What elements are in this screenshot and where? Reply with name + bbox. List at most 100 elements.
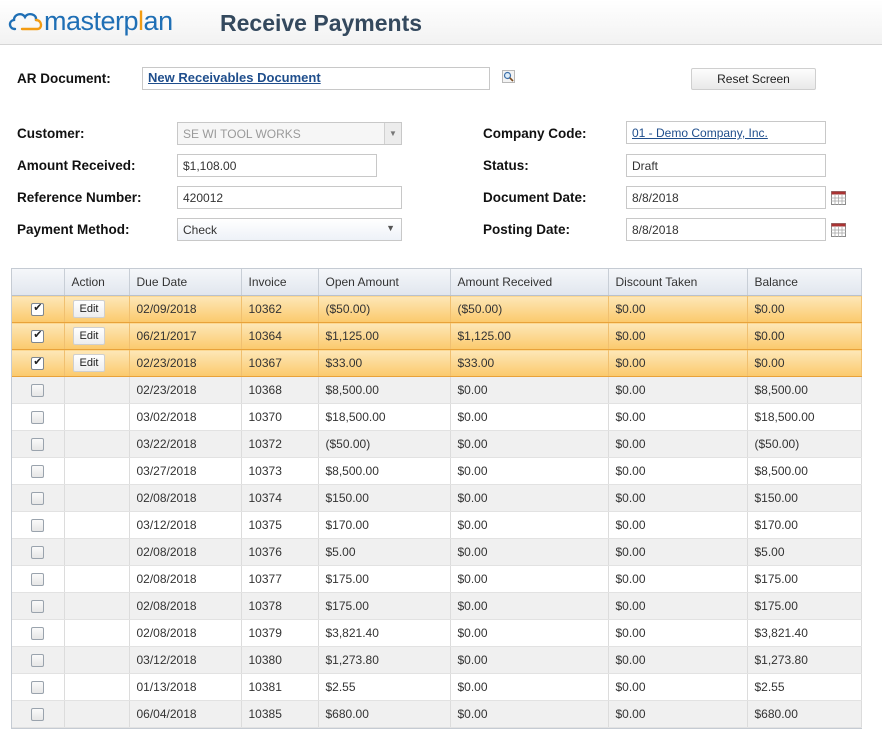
row-checkbox[interactable]: [31, 573, 45, 587]
posting-date-label: Posting Date:: [483, 222, 571, 237]
due-date-cell: 06/21/2017: [129, 322, 242, 350]
due-date-cell: 01/13/2018: [129, 673, 242, 701]
row-select-cell: [12, 484, 65, 512]
table-row[interactable]: Edit06/21/201710364$1,125.00$1,125.00$0.…: [12, 322, 862, 350]
invoice-cell: 10374: [241, 484, 319, 512]
due-date-cell: 02/09/2018: [129, 295, 242, 323]
open-amount-cell: $175.00: [318, 565, 451, 593]
action-cell: [64, 538, 130, 566]
row-checkbox[interactable]: [31, 465, 45, 479]
row-select-cell: [12, 322, 65, 350]
edit-button[interactable]: Edit: [72, 327, 106, 345]
balance-cell: $175.00: [747, 565, 862, 593]
row-select-cell: [12, 619, 65, 647]
action-cell: [64, 511, 130, 539]
table-row[interactable]: 02/08/2018 10377 $175.00 $0.00 $0.00 $175.00: [12, 565, 862, 593]
table-row[interactable]: 03/27/2018 10373 $8,500.00 $0.00 $0.00 $8,500…: [12, 457, 862, 485]
masterplan-logo[interactable]: masterplan: [6, 5, 173, 37]
column-header-action[interactable]: Action: [64, 269, 130, 296]
row-select-cell: [12, 700, 65, 728]
balance-cell: $0.00: [747, 349, 862, 377]
column-header-amount-received[interactable]: Amount Received: [450, 269, 609, 296]
column-header-balance[interactable]: Balance: [747, 269, 862, 296]
reference-number-input[interactable]: 420012: [177, 186, 402, 209]
discount-taken-cell: $0.00: [608, 673, 748, 701]
table-row[interactable]: 03/12/2018 10375 $170.00 $0.00 $0.00 $170.00: [12, 511, 862, 539]
row-checkbox[interactable]: [31, 384, 45, 398]
table-row[interactable]: 06/04/2018 10385 $680.00 $0.00 $0.00 $680.00: [12, 700, 862, 728]
due-date-cell: 02/08/2018: [129, 565, 242, 593]
open-amount-cell: $1,273.80: [318, 646, 451, 674]
grid-body: Edit02/09/201810362($50.00)($50.00)$0.00…: [12, 295, 862, 728]
table-row[interactable]: 02/23/2018 10368 $8,500.00 $0.00 $0.00 $8,500…: [12, 376, 862, 404]
row-checkbox[interactable]: [31, 411, 45, 425]
table-row[interactable]: 02/08/2018 10374 $150.00 $0.00 $0.00 $150.00: [12, 484, 862, 512]
reset-screen-button[interactable]: Reset Screen: [691, 68, 816, 90]
column-header-select[interactable]: [12, 269, 65, 296]
due-date-cell: 02/23/2018: [129, 376, 242, 404]
table-row[interactable]: Edit02/09/201810362($50.00)($50.00)$0.00…: [12, 295, 862, 323]
row-checkbox[interactable]: [31, 681, 45, 695]
due-date-cell: 03/12/2018: [129, 646, 242, 674]
row-checkbox[interactable]: [31, 301, 45, 317]
table-row[interactable]: 03/02/2018 10370 $18,500.00 $0.00 $0.00 $18,5…: [12, 403, 862, 431]
row-select-cell: [12, 403, 65, 431]
table-row[interactable]: 01/13/2018 10381 $2.55 $0.00 $0.00 $2.55: [12, 673, 862, 701]
amount-received-cell: $0.00: [450, 565, 609, 593]
row-checkbox[interactable]: [31, 438, 45, 452]
table-row[interactable]: 03/22/2018 10372 ($50.00) $0.00 $0.00 ($50.00…: [12, 430, 862, 458]
status-field: Draft: [626, 154, 826, 177]
amount-received-cell: $0.00: [450, 511, 609, 539]
magnifier-icon[interactable]: [502, 70, 515, 83]
table-row[interactable]: 03/12/2018 10380 $1,273.80 $0.00 $0.00 $1,273…: [12, 646, 862, 674]
document-date-input[interactable]: 8/8/2018: [626, 186, 826, 209]
row-checkbox[interactable]: [31, 600, 45, 614]
row-checkbox[interactable]: [31, 627, 45, 641]
due-date-cell: 03/27/2018: [129, 457, 242, 485]
discount-taken-cell: $0.00: [608, 646, 748, 674]
action-cell: [64, 376, 130, 404]
amount-received-input[interactable]: $1,108.00: [177, 154, 377, 177]
edit-button[interactable]: Edit: [72, 354, 106, 372]
column-header-due-date[interactable]: Due Date: [129, 269, 242, 296]
customer-select: SE WI TOOL WORKS ▼: [177, 122, 402, 145]
balance-cell: $2.55: [747, 673, 862, 701]
payment-method-select[interactable]: Check ▼: [177, 218, 402, 241]
status-label: Status:: [483, 158, 529, 173]
amount-received-cell: $33.00: [450, 349, 609, 377]
due-date-cell: 03/12/2018: [129, 511, 242, 539]
row-checkbox[interactable]: [31, 519, 45, 533]
calendar-icon[interactable]: [831, 222, 846, 237]
discount-taken-cell: $0.00: [608, 376, 748, 404]
open-amount-cell: $1,125.00: [318, 322, 451, 350]
discount-taken-cell: $0.00: [608, 430, 748, 458]
row-select-cell: [12, 592, 65, 620]
row-checkbox[interactable]: [31, 355, 45, 371]
table-row[interactable]: 02/08/2018 10378 $175.00 $0.00 $0.00 $175.00: [12, 592, 862, 620]
column-header-discount-taken[interactable]: Discount Taken: [608, 269, 748, 296]
ar-document-field[interactable]: New Receivables Document: [142, 67, 490, 90]
row-checkbox[interactable]: [31, 654, 45, 668]
column-header-open-amount[interactable]: Open Amount: [318, 269, 451, 296]
calendar-icon[interactable]: [831, 190, 846, 205]
discount-taken-cell: $0.00: [608, 295, 748, 323]
table-row[interactable]: 02/08/2018 10376 $5.00 $0.00 $0.00 $5.00: [12, 538, 862, 566]
due-date-cell: 02/08/2018: [129, 619, 242, 647]
row-checkbox[interactable]: [31, 708, 45, 722]
table-row[interactable]: 02/08/2018 10379 $3,821.40 $0.00 $0.00 $3,821…: [12, 619, 862, 647]
row-checkbox[interactable]: [31, 328, 45, 344]
row-select-cell: [12, 538, 65, 566]
open-amount-cell: $8,500.00: [318, 376, 451, 404]
column-header-invoice[interactable]: Invoice: [241, 269, 319, 296]
row-checkbox[interactable]: [31, 546, 45, 560]
logo-text-c: an: [143, 5, 174, 36]
row-select-cell: [12, 430, 65, 458]
company-code-field[interactable]: 01 - Demo Company, Inc.: [626, 121, 826, 144]
row-checkbox[interactable]: [31, 492, 45, 506]
discount-taken-cell: $0.00: [608, 592, 748, 620]
table-row[interactable]: Edit02/23/201810367$33.00$33.00$0.00$0.0…: [12, 349, 862, 377]
posting-date-input[interactable]: 8/8/2018: [626, 218, 826, 241]
due-date-cell: 06/04/2018: [129, 700, 242, 728]
invoice-cell: 10367: [241, 349, 319, 377]
edit-button[interactable]: Edit: [72, 300, 106, 318]
